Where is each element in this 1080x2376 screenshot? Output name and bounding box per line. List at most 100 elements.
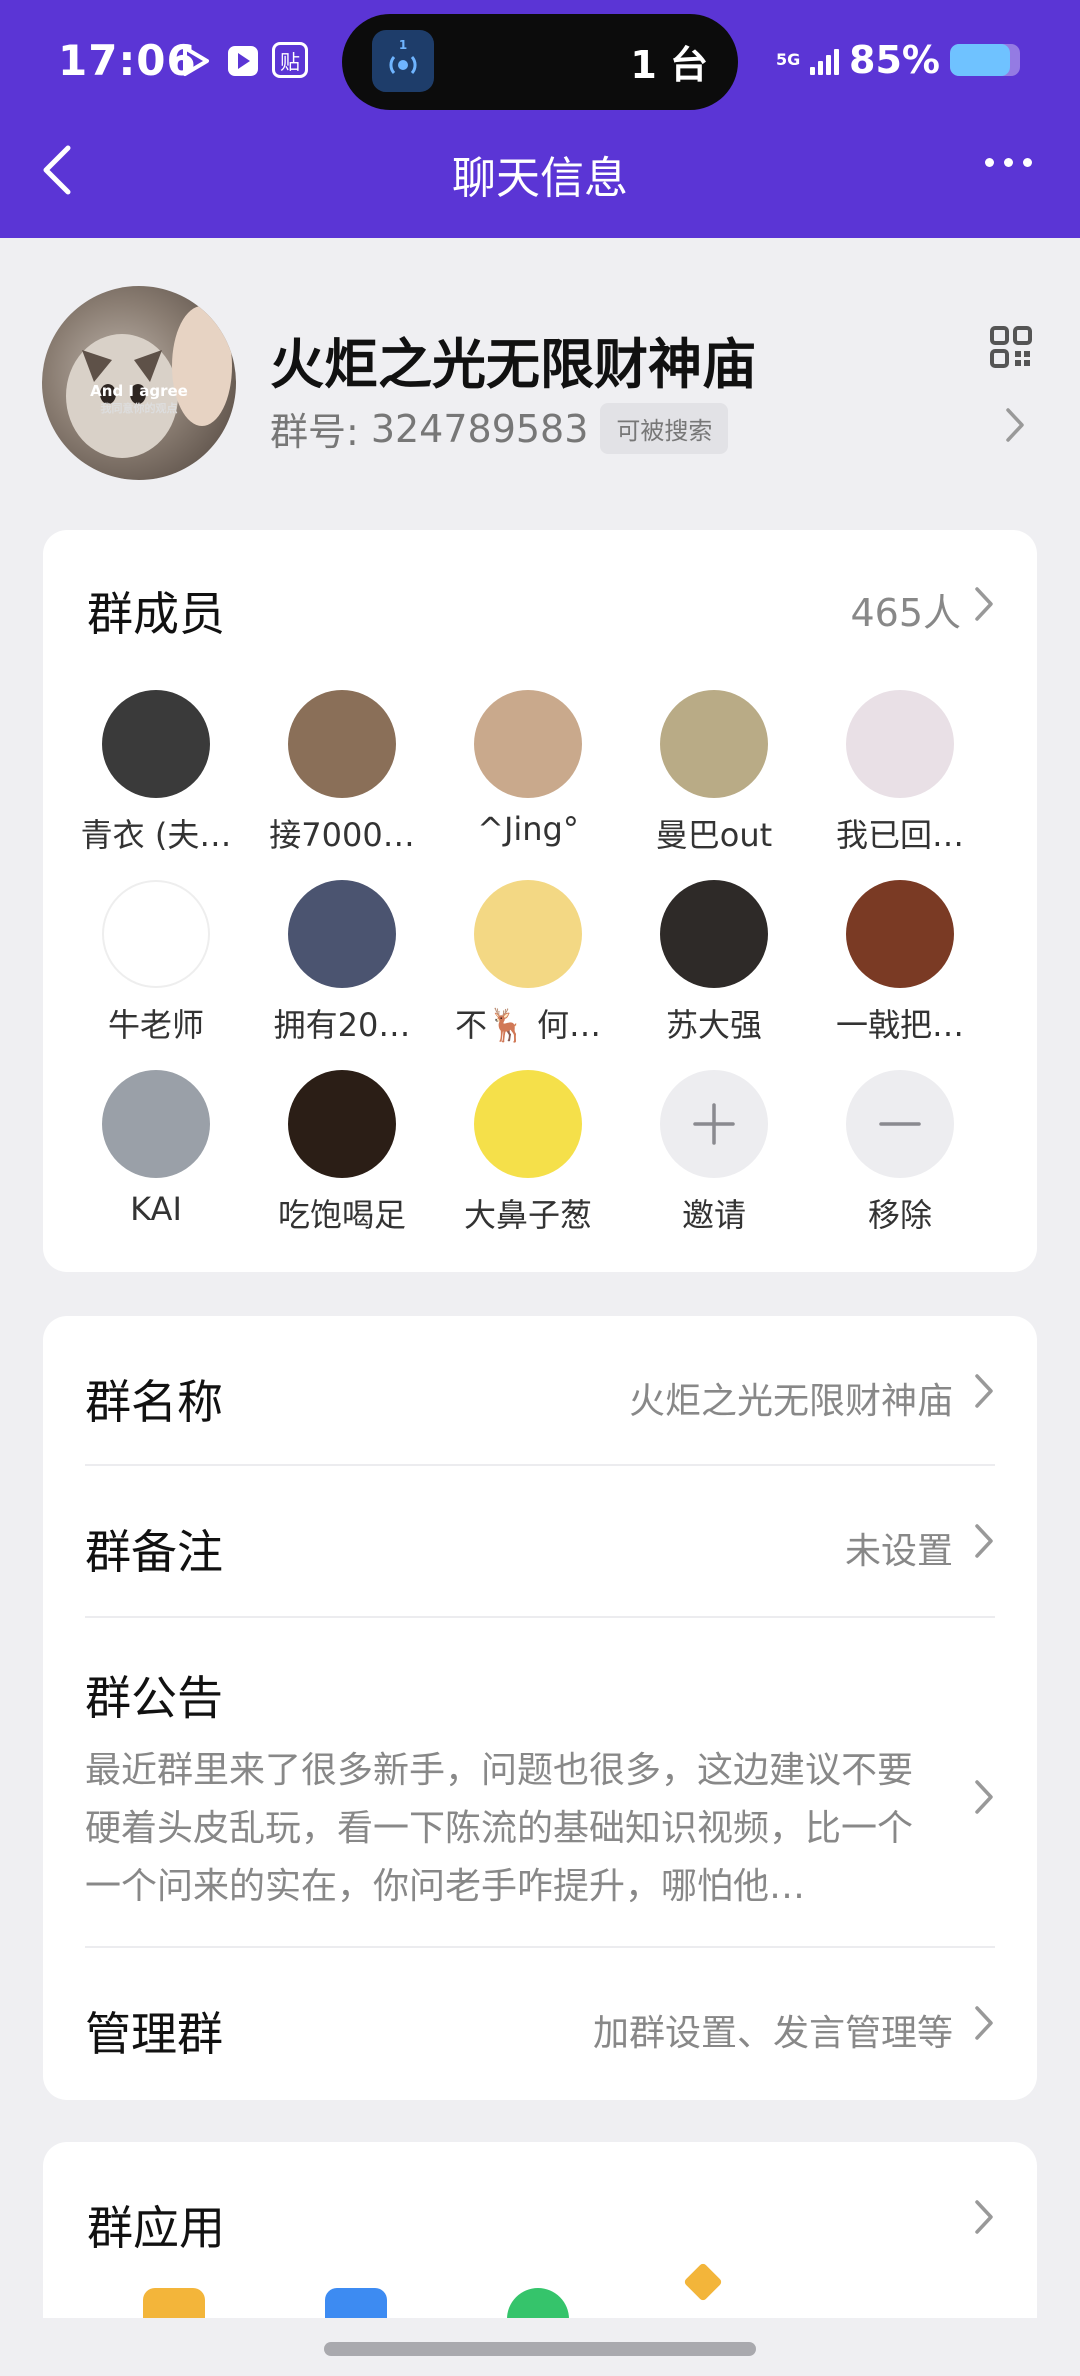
invite-label: 邀请 xyxy=(681,1196,746,1234)
group-id-row: 群号: 324789583 可被搜索 xyxy=(270,401,729,456)
group-name: 火炬之光无限财神庙 xyxy=(270,333,756,396)
member-name: 一戟把… xyxy=(835,1006,964,1044)
more-dot xyxy=(1023,158,1032,167)
member-item[interactable]: 不🦌 何… xyxy=(435,880,621,1070)
chevron-right-icon[interactable] xyxy=(973,585,995,627)
tieba-icon: 贴 xyxy=(272,42,308,78)
play-icon xyxy=(176,42,214,80)
member-name: 吃饱喝足 xyxy=(277,1196,406,1234)
group-apps-title: 群应用 xyxy=(87,2201,225,2255)
chevron-right-icon xyxy=(973,1778,995,1820)
page-title: 聊天信息 xyxy=(452,153,628,204)
home-indicator[interactable] xyxy=(324,2342,756,2356)
sparkle-icon[interactable] xyxy=(683,2262,723,2302)
member-avatar xyxy=(474,690,582,798)
chevron-right-icon xyxy=(973,2004,995,2046)
battery-percent: 85% xyxy=(849,38,940,82)
plus-icon xyxy=(660,1070,768,1178)
group-remark-row[interactable]: 群备注 未设置 xyxy=(85,1466,995,1616)
remove-label: 移除 xyxy=(867,1196,932,1234)
member-avatar xyxy=(102,690,210,798)
group-id: 324789583 xyxy=(370,406,589,451)
minus-icon xyxy=(846,1070,954,1178)
battery-icon xyxy=(950,44,1020,76)
member-name: 拥有20… xyxy=(273,1006,411,1044)
group-name-row[interactable]: 群名称 火炬之光无限财神庙 xyxy=(85,1316,995,1466)
remove-button[interactable]: 移除 xyxy=(807,1070,993,1260)
group-avatar[interactable]: And I agree 我同意你的观点 xyxy=(42,286,236,480)
member-name: 大鼻子葱 xyxy=(463,1196,592,1234)
member-name: ^Jing° xyxy=(477,810,579,848)
qr-code-icon[interactable] xyxy=(990,326,1032,368)
group-header[interactable]: And I agree 我同意你的观点 火炬之光无限财神庙 群号: 324789… xyxy=(0,238,1080,518)
manage-group-value: 加群设置、发言管理等 xyxy=(592,2013,953,2054)
island-app-badge: 1 xyxy=(399,38,407,52)
member-avatar xyxy=(846,690,954,798)
member-avatar xyxy=(288,880,396,988)
group-remark-value: 未设置 xyxy=(844,1531,953,1572)
avatar-caption: And I agree 我同意你的观点 xyxy=(42,382,236,418)
member-item[interactable]: 大鼻子葱 xyxy=(435,1070,621,1260)
member-item[interactable]: KAI xyxy=(63,1070,249,1260)
member-name: 我已回… xyxy=(835,816,964,854)
member-avatar xyxy=(660,880,768,988)
member-avatar xyxy=(846,880,954,988)
chevron-right-icon xyxy=(1004,406,1026,448)
avatar-caption-line1: And I agree xyxy=(90,382,188,400)
member-item[interactable]: 接7000… xyxy=(249,690,435,880)
signal-icon xyxy=(810,45,840,75)
status-right: 5G 85% xyxy=(776,38,1020,82)
more-button[interactable] xyxy=(985,158,1032,167)
chevron-right-icon xyxy=(973,1522,995,1564)
member-name: KAI xyxy=(130,1190,182,1228)
member-item[interactable]: 曼巴out xyxy=(621,690,807,880)
group-name-value: 火炬之光无限财神庙 xyxy=(628,1381,953,1422)
manage-group-label: 管理群 xyxy=(85,2007,223,2061)
chevron-right-icon xyxy=(973,1372,995,1414)
member-name: 曼巴out xyxy=(655,816,773,854)
member-item[interactable]: ^Jing° xyxy=(435,690,621,880)
member-item[interactable]: 牛老师 xyxy=(63,880,249,1070)
group-notice-text: 最近群里来了很多新手，问题也很多，这边建议不要硬着头皮乱玩，看一下陈流的基础知识… xyxy=(85,1750,914,1907)
manage-group-row[interactable]: 管理群 加群设置、发言管理等 xyxy=(85,1948,995,2098)
group-id-label: 群号: xyxy=(270,410,359,454)
dynamic-island[interactable]: 1 1 台 xyxy=(342,14,738,110)
island-text: 1 台 xyxy=(630,43,708,87)
member-name: 接7000… xyxy=(269,816,415,854)
member-name: 牛老师 xyxy=(107,1006,204,1044)
member-item[interactable]: 一戟把… xyxy=(807,880,993,1070)
member-avatar xyxy=(102,880,210,988)
members-count[interactable]: 465人 xyxy=(850,582,961,637)
status-notification-icons: 贴 xyxy=(176,42,308,80)
members-card: 群成员 465人 青衣 (夫… 接7000… ^Jing° 曼巴out 我已回… 牛老师 拥… xyxy=(43,530,1037,1272)
top-bar: 17:06 贴 1 1 台 5G 85% 聊天信息 xyxy=(0,0,1080,238)
settings-card: 群名称 火炬之光无限财神庙 群备注 未设置 群公告 最近群里来了很多新手，问题也… xyxy=(43,1316,1037,2100)
member-avatar xyxy=(474,880,582,988)
members-grid: 青衣 (夫… 接7000… ^Jing° 曼巴out 我已回… 牛老师 拥有20… 不🦌 何…… xyxy=(63,690,1017,1260)
member-name: 不🦌 何… xyxy=(454,1006,602,1044)
member-name: 青衣 (夫… xyxy=(80,816,232,854)
group-notice-label: 群公告 xyxy=(85,1671,223,1725)
more-dot xyxy=(1004,158,1013,167)
members-title: 群成员 xyxy=(87,587,225,641)
video-app-icon xyxy=(224,42,262,80)
member-item[interactable]: 吃饱喝足 xyxy=(249,1070,435,1260)
member-avatar xyxy=(288,690,396,798)
member-avatar xyxy=(660,690,768,798)
broadcast-icon: 1 xyxy=(372,30,434,92)
group-notice-row[interactable]: 群公告 最近群里来了很多新手，问题也很多，这边建议不要硬着头皮乱玩，看一下陈流的… xyxy=(85,1618,995,1946)
group-name-label: 群名称 xyxy=(85,1375,223,1429)
member-item[interactable]: 我已回… xyxy=(807,690,993,880)
battery-fill xyxy=(950,44,1010,76)
group-remark-label: 群备注 xyxy=(85,1525,223,1579)
more-dot xyxy=(985,158,994,167)
member-item[interactable]: 苏大强 xyxy=(621,880,807,1070)
searchable-badge: 可被搜索 xyxy=(600,403,729,454)
member-name: 苏大强 xyxy=(665,1006,762,1044)
chevron-right-icon[interactable] xyxy=(973,2198,995,2240)
avatar-caption-line2: 我同意你的观点 xyxy=(100,402,178,415)
network-type: 5G xyxy=(776,50,801,69)
member-item[interactable]: 拥有20… xyxy=(249,880,435,1070)
member-item[interactable]: 青衣 (夫… xyxy=(63,690,249,880)
invite-button[interactable]: 邀请 xyxy=(621,1070,807,1260)
